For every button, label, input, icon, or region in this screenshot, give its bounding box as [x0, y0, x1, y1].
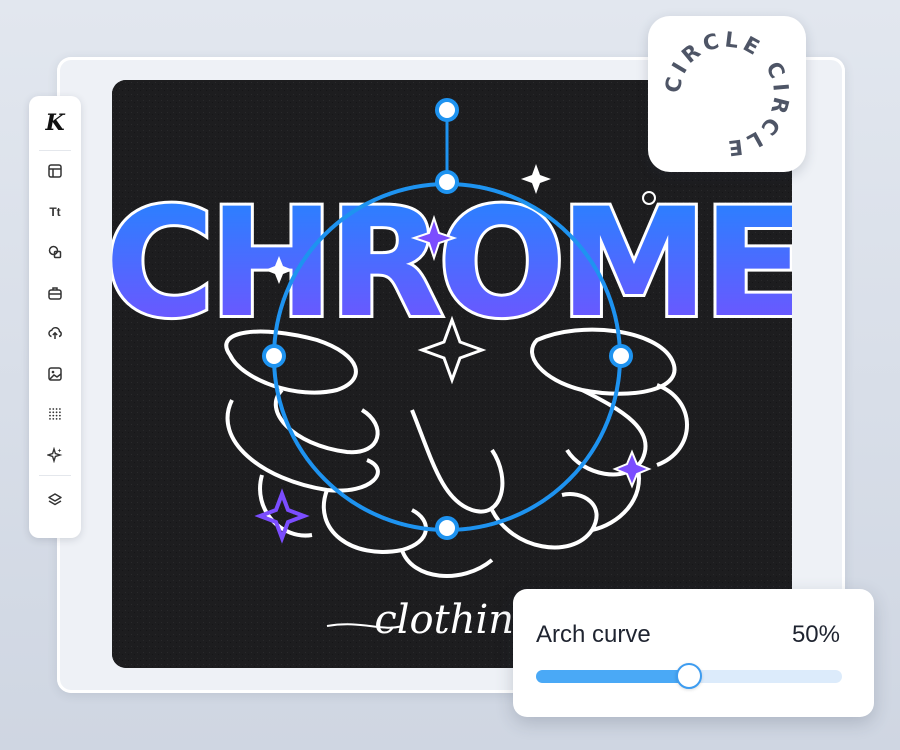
toolbar-pattern-button[interactable]: [29, 394, 81, 435]
shapes-icon: [48, 246, 62, 259]
slider-fill: [536, 670, 689, 683]
toolbar-text-button[interactable]: Tt: [29, 192, 81, 233]
toolbar-layout-button[interactable]: [29, 151, 81, 192]
arch-curve-panel: Arch curve 50%: [513, 589, 874, 717]
toolbar-layers-button[interactable]: [29, 476, 81, 524]
circle-text-preview: CIRCLE CIRCLE: [660, 27, 793, 160]
arch-curve-label: Arch curve: [536, 621, 651, 648]
text-icon: Tt: [49, 204, 61, 219]
app-logo[interactable]: K: [29, 96, 81, 150]
left-toolbar: K Tt: [29, 96, 81, 538]
arch-handle-left[interactable]: [262, 344, 286, 368]
toolbar-toolkit-button[interactable]: [29, 273, 81, 314]
image-icon: [48, 367, 62, 381]
circle-text-badge[interactable]: CIRCLE CIRCLE: [648, 16, 806, 172]
toolbar-image-button[interactable]: [29, 354, 81, 395]
rotate-handle[interactable]: [435, 98, 459, 122]
layers-icon: [48, 493, 62, 506]
circle-text-label: CIRCLE CIRCLE: [660, 27, 789, 160]
arch-handle-right[interactable]: [609, 344, 633, 368]
arch-curve-slider[interactable]: [536, 663, 842, 689]
toolbar-shapes-button[interactable]: [29, 232, 81, 273]
toolkit-icon: [48, 287, 62, 300]
arch-handle-bottom[interactable]: [435, 516, 459, 540]
slider-thumb[interactable]: [676, 663, 702, 689]
svg-text:CIRCLE CIRCLE: CIRCLE CIRCLE: [660, 27, 793, 160]
toolbar-upload-button[interactable]: [29, 313, 81, 354]
pattern-icon: [49, 408, 61, 421]
sparkle-icon: [47, 446, 63, 463]
arch-curve-value: 50%: [791, 621, 840, 648]
toolbar-ai-button[interactable]: [29, 435, 81, 476]
headline-text[interactable]: CHROME: [112, 174, 792, 354]
upload-icon: [48, 327, 62, 340]
arch-handle-top[interactable]: [435, 170, 459, 194]
layout-icon: [48, 164, 62, 178]
